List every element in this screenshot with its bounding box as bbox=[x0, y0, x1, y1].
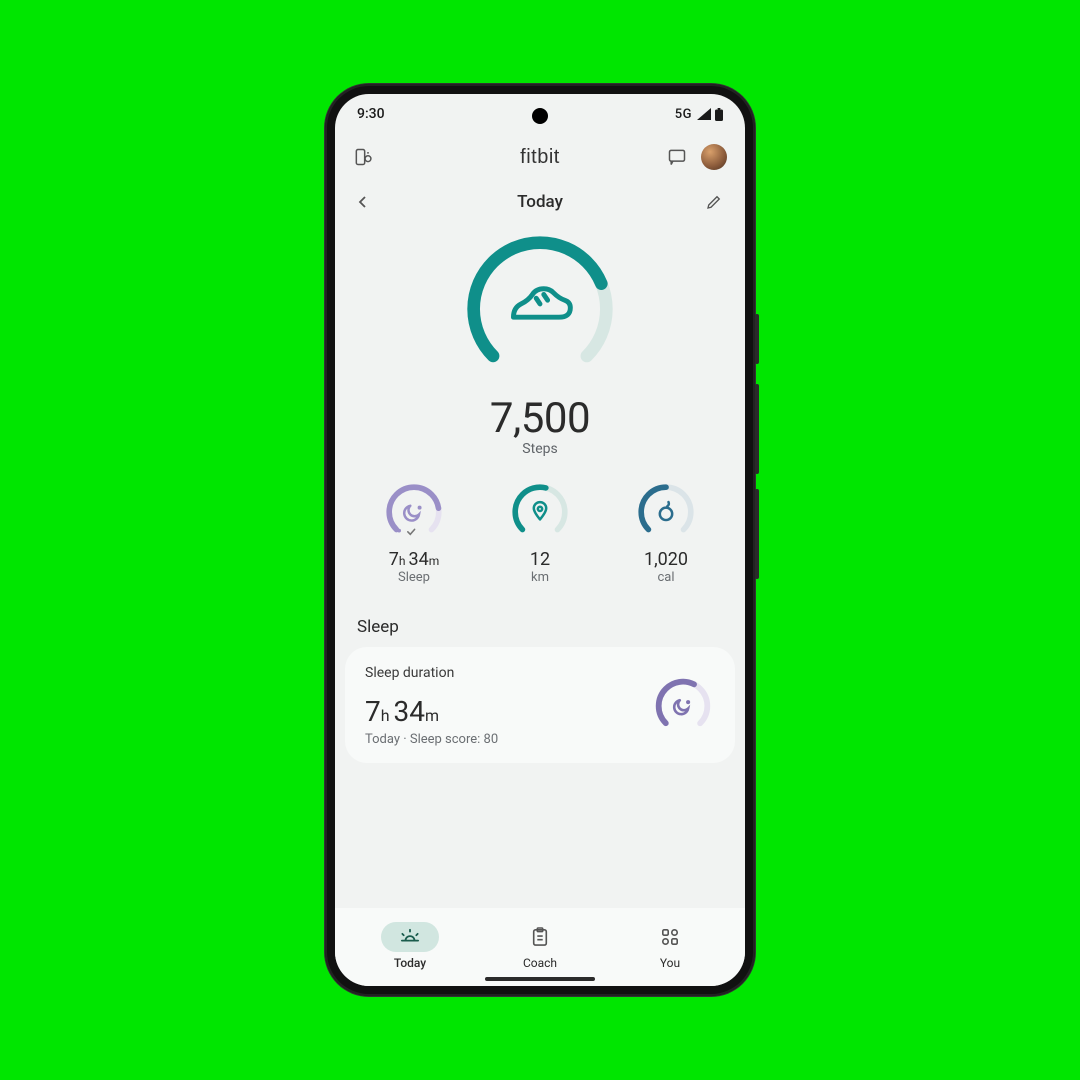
battery-icon bbox=[715, 108, 723, 121]
phone-side-button bbox=[755, 314, 759, 364]
devices-icon[interactable] bbox=[353, 147, 373, 167]
nav-coach[interactable]: Coach bbox=[480, 922, 600, 970]
steps-label: Steps bbox=[522, 441, 557, 457]
status-time: 9:30 bbox=[357, 106, 385, 122]
app-header: fitbit bbox=[335, 134, 745, 180]
screen: 9:30 5G fitbit bbox=[335, 94, 745, 986]
steps-value: 7,500 bbox=[490, 394, 590, 443]
metric-calories-label: cal bbox=[657, 570, 674, 585]
network-label: 5G bbox=[675, 107, 692, 122]
metric-calories-value: 1,020 bbox=[644, 549, 688, 570]
date-title[interactable]: Today bbox=[335, 192, 745, 212]
phone-frame: 9:30 5G fitbit bbox=[325, 84, 755, 996]
nav-you[interactable]: You bbox=[610, 922, 730, 970]
card-subline: Today · Sleep score: 80 bbox=[365, 732, 498, 747]
nav-today[interactable]: Today bbox=[350, 922, 470, 970]
metric-calories[interactable]: 1,020 cal bbox=[618, 481, 714, 585]
clipboard-icon bbox=[531, 927, 549, 947]
card-value: 7h 34m bbox=[365, 695, 498, 728]
metric-distance-label: km bbox=[531, 570, 549, 585]
phone-camera bbox=[532, 108, 548, 124]
steps-progress-ring bbox=[461, 230, 619, 388]
nav-you-label: You bbox=[660, 956, 680, 970]
sunrise-icon bbox=[399, 928, 421, 946]
bottom-nav: Today Coach bbox=[335, 908, 745, 986]
sleep-duration-card[interactable]: Sleep duration 7h 34m Today · Sleep scor… bbox=[345, 647, 735, 763]
nav-coach-label: Coach bbox=[523, 956, 557, 970]
phone-side-button bbox=[755, 489, 759, 579]
home-indicator[interactable] bbox=[485, 977, 595, 981]
signal-icon bbox=[696, 108, 711, 120]
steps-hero[interactable]: 7,500 Steps bbox=[335, 224, 745, 465]
sleep-card-ring bbox=[651, 674, 715, 738]
nav-today-label: Today bbox=[394, 956, 426, 970]
section-title-sleep: Sleep bbox=[335, 589, 745, 647]
metric-sleep-value: 7h 34m bbox=[389, 549, 439, 570]
edit-icon[interactable] bbox=[705, 193, 723, 211]
metric-sleep-label: Sleep bbox=[398, 570, 430, 585]
metric-distance-value: 12 bbox=[530, 549, 550, 570]
messages-icon[interactable] bbox=[667, 147, 687, 167]
subheader: Today bbox=[335, 180, 745, 224]
metric-sleep[interactable]: 7h 34m Sleep bbox=[366, 481, 462, 585]
status-right: 5G bbox=[675, 107, 723, 122]
grid-icon bbox=[661, 928, 679, 946]
phone-side-button bbox=[755, 384, 759, 474]
metric-distance[interactable]: 12 km bbox=[492, 481, 588, 585]
card-title: Sleep duration bbox=[365, 665, 498, 681]
metrics-row: 7h 34m Sleep 12 km bbox=[335, 465, 745, 589]
avatar[interactable] bbox=[701, 144, 727, 170]
